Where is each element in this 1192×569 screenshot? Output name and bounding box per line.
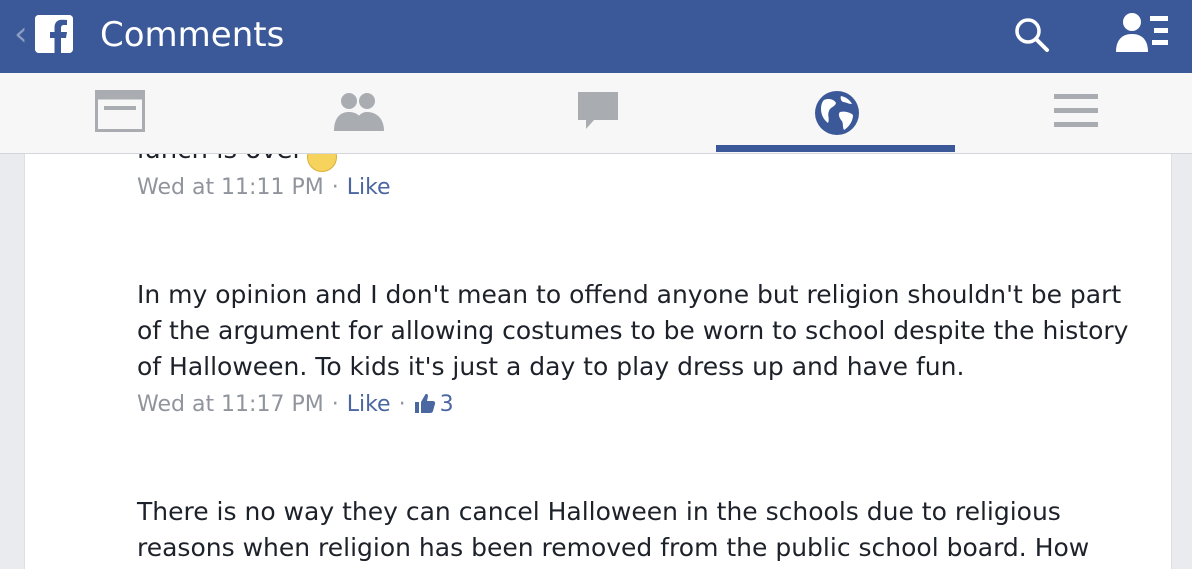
- tab-notifications[interactable]: [717, 73, 956, 153]
- active-tab-indicator: [716, 145, 955, 152]
- facebook-logo-icon[interactable]: [35, 15, 73, 53]
- meta-separator: ·: [398, 392, 406, 417]
- comment-meta: Wed at 11:11 PM · Like: [137, 173, 391, 203]
- back-chevron-icon[interactable]: ‹: [14, 14, 28, 54]
- smiley-emoji-icon: [307, 154, 337, 172]
- comment-meta: Wed at 11:17 PM · Like · 3: [137, 390, 454, 420]
- likes-count-link[interactable]: 3: [414, 392, 454, 417]
- news-feed-icon: [94, 90, 145, 132]
- tab-news-feed[interactable]: [0, 73, 239, 153]
- page-title: Comments: [100, 15, 285, 55]
- menu-icon: [1053, 94, 1098, 127]
- messages-icon: [577, 92, 618, 129]
- comment-timestamp: Wed at 11:11 PM: [137, 175, 324, 200]
- comment-text: There is no way they can cancel Hallowee…: [137, 497, 1090, 562]
- comment-text: In my opinion and I don't mean to offend…: [137, 280, 1129, 381]
- meta-separator: ·: [331, 392, 339, 417]
- like-link[interactable]: Like: [347, 392, 391, 417]
- thumbs-up-icon: [414, 393, 435, 413]
- friend-requests-icon[interactable]: [1112, 10, 1172, 56]
- top-bar: ‹ Comments: [0, 0, 1192, 73]
- tab-messages[interactable]: [478, 73, 717, 153]
- comments-list: lunch is over Wed at 11:11 PM · Like In my…: [24, 154, 1172, 569]
- likes-count: 3: [439, 392, 454, 417]
- tab-friends[interactable]: [239, 73, 478, 153]
- search-icon[interactable]: [1012, 15, 1052, 55]
- like-link[interactable]: Like: [347, 175, 391, 200]
- friends-icon: [333, 93, 384, 131]
- tab-bar: [0, 73, 1192, 154]
- globe-icon: [814, 91, 859, 135]
- comment-text-partial: lunch is over: [137, 154, 303, 168]
- tab-menu[interactable]: [956, 73, 1192, 153]
- comment-timestamp: Wed at 11:17 PM: [137, 392, 324, 417]
- meta-separator: ·: [331, 175, 339, 200]
